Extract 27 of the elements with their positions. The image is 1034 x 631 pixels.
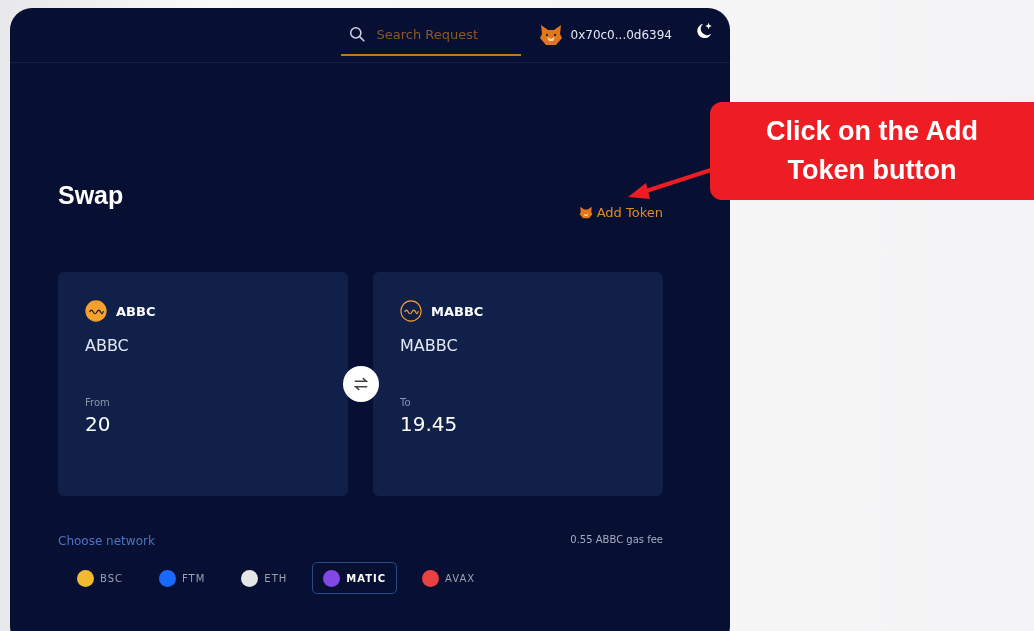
amount-value: 20 xyxy=(85,412,112,436)
token-symbol: MABBC xyxy=(431,303,484,319)
token-name: MABBC xyxy=(400,336,459,355)
fox-icon xyxy=(538,24,563,46)
token-card[interactable]: MABBC MABBC To 19.45 xyxy=(373,272,663,496)
network-option[interactable]: ETH xyxy=(230,562,299,594)
search-icon xyxy=(348,26,366,43)
network-option[interactable]: MATIC xyxy=(312,562,398,594)
amount-label: From xyxy=(85,397,111,408)
instruction-callout: Click on the Add Token button xyxy=(710,102,1034,200)
search-field[interactable]: Search Request xyxy=(340,14,521,56)
moon-icon[interactable] xyxy=(694,21,714,41)
add-token-button[interactable]: Add Token xyxy=(578,205,663,220)
network-option[interactable]: AVAX xyxy=(411,562,487,594)
choose-network-label: Choose network xyxy=(58,534,155,548)
swap-arrows-icon xyxy=(351,375,370,393)
token-card[interactable]: ABBC ABBC From 20 xyxy=(58,272,348,496)
fox-icon xyxy=(578,206,593,219)
network-option[interactable]: FTM xyxy=(148,562,217,594)
token-symbol: ABBC xyxy=(116,303,156,319)
page-title: Swap xyxy=(58,181,124,210)
amount-value: 19.45 xyxy=(400,412,459,436)
amount-label: To xyxy=(400,397,412,408)
token-name: ABBC xyxy=(85,336,130,355)
network-option[interactable]: BSC xyxy=(66,562,134,594)
gas-fee-text: 0.55 ABBC gas fee xyxy=(570,534,663,547)
wallet-address[interactable]: 0x70c0...0d6394 xyxy=(570,28,672,42)
